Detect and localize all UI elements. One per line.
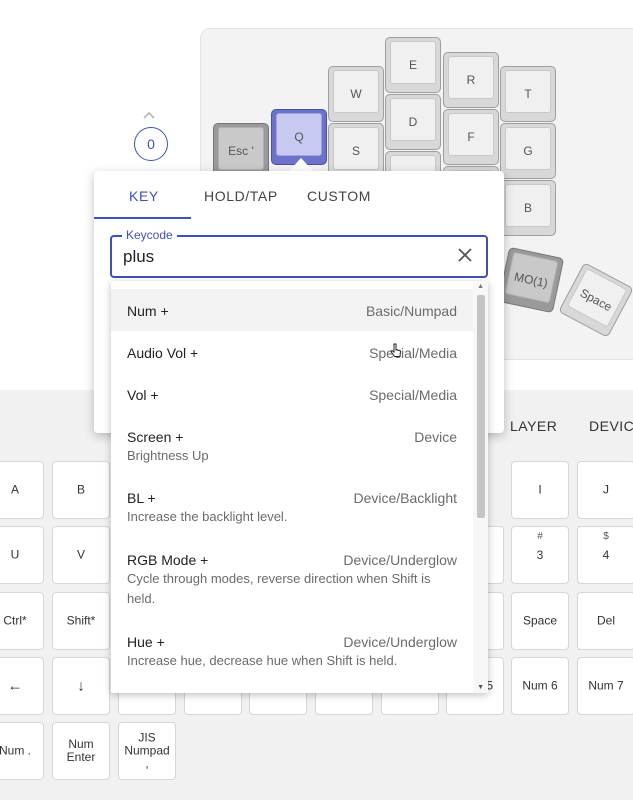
keycode-suggestions-list[interactable]: Num + Basic/Numpad Audio Vol + Special/M…: [111, 281, 488, 693]
picker-key-num-dot[interactable]: Num .: [0, 722, 44, 780]
scrollbar-thumb[interactable]: [477, 295, 485, 518]
scroll-up-arrow-icon[interactable]: ▲: [477, 283, 484, 290]
keycode-field-label: Keycode: [122, 228, 177, 242]
picker-key-down-arrow[interactable]: ↓: [52, 657, 110, 715]
picker-key-num-enter[interactable]: Num Enter: [52, 722, 110, 780]
list-item[interactable]: Audio Vol + Special/Media: [111, 331, 473, 373]
key-g[interactable]: G: [500, 123, 556, 179]
picker-key-num6[interactable]: Num 6: [511, 657, 569, 715]
key-mo1[interactable]: MO(1): [497, 246, 565, 314]
picker-key-del[interactable]: Del: [577, 592, 633, 650]
key-d[interactable]: D: [385, 94, 441, 150]
key-r[interactable]: R: [443, 52, 499, 108]
key-b[interactable]: B: [500, 180, 556, 236]
picker-key-space[interactable]: Space: [511, 592, 569, 650]
picker-key-num7[interactable]: Num 7: [577, 657, 633, 715]
picker-tab-layer[interactable]: LAYER: [510, 418, 557, 434]
scrollbar[interactable]: ▲ ▼: [473, 281, 488, 693]
picker-key-a[interactable]: A: [0, 461, 44, 519]
picker-key-b[interactable]: B: [52, 461, 110, 519]
tab-key[interactable]: KEY: [129, 188, 159, 204]
picker-key-v[interactable]: V: [52, 526, 110, 584]
tab-hold-tap[interactable]: HOLD/TAP: [204, 188, 278, 204]
key-w[interactable]: W: [328, 66, 384, 122]
picker-key-j[interactable]: J: [577, 461, 633, 519]
key-q-selected[interactable]: Q: [271, 109, 327, 165]
picker-key-left-arrow[interactable]: ←: [0, 657, 44, 715]
picker-key-i[interactable]: I: [511, 461, 569, 519]
key-t[interactable]: T: [500, 66, 556, 122]
picker-key-3[interactable]: #3: [511, 526, 569, 584]
popover-pointer: [288, 158, 314, 172]
list-item[interactable]: BL + Device/Backlight Increase the backl…: [111, 477, 473, 539]
list-item[interactable]: Hue + Device/Underglow Increase hue, dec…: [111, 621, 473, 683]
key-e[interactable]: E: [385, 37, 441, 93]
keycode-field-value[interactable]: plus: [123, 247, 154, 267]
picker-key-shift[interactable]: Shift*: [52, 592, 110, 650]
picker-key-4[interactable]: $4: [577, 526, 633, 584]
active-tab-indicator: [94, 217, 191, 219]
picker-key-jis-numpad-comma[interactable]: JIS Numpad ,: [118, 722, 176, 780]
list-item[interactable]: RGB Mode + Device/Underglow Cycle throug…: [111, 539, 473, 621]
tab-custom[interactable]: CUSTOM: [307, 188, 371, 204]
list-item[interactable]: Vol + Special/Media: [111, 373, 473, 415]
scroll-down-arrow-icon[interactable]: ▼: [477, 684, 484, 691]
keycode-field[interactable]: Keycode plus: [110, 228, 488, 278]
clear-icon[interactable]: [456, 246, 474, 264]
layer-up-chevron-icon[interactable]: [143, 106, 155, 119]
key-f[interactable]: F: [443, 109, 499, 165]
list-item[interactable]: Num + Basic/Numpad: [111, 289, 473, 331]
picker-tab-device[interactable]: DEVIC: [589, 418, 633, 434]
picker-key-u[interactable]: U: [0, 526, 44, 584]
picker-key-ctrl[interactable]: Ctrl*: [0, 592, 44, 650]
mouse-pointer-icon: [389, 343, 403, 364]
list-item[interactable]: Screen + Device Brightness Up: [111, 415, 473, 477]
layer-number-button[interactable]: 0: [134, 127, 168, 161]
